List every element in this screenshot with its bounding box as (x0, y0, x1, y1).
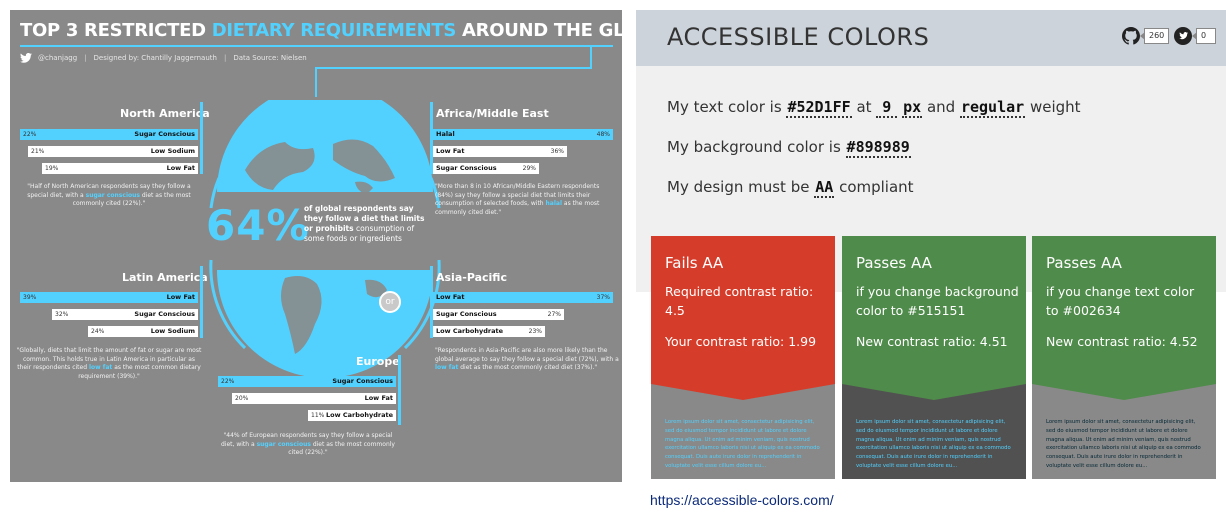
globe-graphic (209, 100, 441, 378)
bar-row: Halal 48% (433, 129, 613, 140)
infographic-panel: TOP 3 RESTRICTED DIETARY REQUIREMENTS AR… (10, 10, 622, 482)
font-unit-select[interactable]: px (902, 98, 923, 118)
card-arrow (842, 384, 1026, 400)
card-title: Passes AA (1046, 254, 1122, 272)
data-source: Data Source: Nielsen (233, 54, 307, 62)
region-title: Africa/Middle East (436, 107, 549, 120)
font-weight-select[interactable]: regular (959, 98, 1026, 118)
bar-row: Low Fat 36% (433, 146, 567, 157)
bar-row: 19% Low Fat (42, 163, 198, 174)
twitter-button[interactable]: 0 (1174, 27, 1216, 45)
or-divider: or (379, 291, 401, 313)
compliance-level-select[interactable]: AA (814, 178, 835, 198)
bar-row: Low Carbohydrate 23% (433, 326, 545, 337)
twitter-handle: @chanjagg (38, 54, 78, 62)
connector-line (315, 67, 592, 97)
font-size-input[interactable]: 9 (876, 98, 898, 118)
bar-row: 22% Sugar Conscious (20, 129, 198, 140)
headline-percent: 64% (206, 201, 310, 250)
bar-row: 20% Low Fat (232, 393, 396, 404)
result-card-fail: Fails AA Required contrast ratio: 4.5 Yo… (651, 236, 835, 479)
preview-text: Lorem ipsum dolor sit amet, consectetur … (856, 419, 1011, 469)
region-quote: "44% of European respondents say they fo… (221, 432, 395, 456)
compliance-line: My design must be AA compliant (667, 178, 914, 198)
card-required-ratio: Required contrast ratio: 4.5 (665, 284, 814, 318)
bar-row: 24% Low Sodium (88, 326, 198, 337)
title-underline (20, 45, 613, 47)
region-rule (398, 355, 401, 425)
preview-text: Lorem ipsum dolor sit amet, consectetur … (665, 419, 820, 469)
bar-row: 21% Low Sodium (28, 146, 198, 157)
github-button[interactable]: 260 (1122, 27, 1170, 45)
source-url[interactable]: https://accessible-colors.com/ (650, 492, 834, 508)
bar-row: Low Fat 37% (433, 292, 613, 303)
github-icon (1122, 27, 1140, 45)
bar-row: 32% Sugar Conscious (52, 309, 198, 320)
github-count: 260 (1139, 28, 1170, 44)
preview-text: Lorem ipsum dolor sit amet, consectetur … (1046, 419, 1201, 469)
result-card-background[interactable]: Passes AA if you change background color… (842, 236, 1026, 479)
twitter-icon (20, 53, 32, 63)
connector-line (590, 47, 592, 67)
infographic-title: TOP 3 RESTRICTED DIETARY REQUIREMENTS AR… (20, 20, 622, 41)
bar-row: 11% Low Carbohydrate (308, 410, 396, 421)
region-title: Asia-Pacific (436, 271, 507, 284)
designer-credit: Designed by: Chantilly Jaggernauth (93, 54, 217, 62)
region-rule (200, 102, 203, 174)
result-card-text[interactable]: Passes AA if you change text color to #0… (1032, 236, 1216, 479)
background-color-input[interactable]: #898989 (845, 138, 911, 158)
card-title: Passes AA (856, 254, 932, 272)
region-rule (200, 266, 203, 338)
region-title: Latin America (122, 271, 208, 284)
twitter-icon (1174, 27, 1192, 45)
background-color-line: My background color is #898989 (667, 138, 911, 158)
card-new-ratio: New contrast ratio: 4.52 (1046, 334, 1198, 349)
twitter-count: 0 (1192, 28, 1216, 44)
card-suggestion: if you change background color to #51515… (856, 284, 1019, 318)
region-title: North America (120, 107, 210, 120)
bar-row: 22% Sugar Conscious (218, 376, 396, 387)
region-title: Europe (356, 355, 400, 368)
card-title: Fails AA (665, 254, 724, 272)
site-header: ACCESSIBLE COLORS 260 0 (636, 10, 1226, 66)
card-new-ratio: New contrast ratio: 4.51 (856, 334, 1008, 349)
card-arrow (1032, 384, 1216, 400)
card-current-ratio: Your contrast ratio: 1.99 (665, 334, 817, 349)
text-color-input[interactable]: #52D1FF (786, 98, 852, 118)
bar-row: Sugar Conscious 27% (433, 309, 564, 320)
region-quote: "More than 8 in 10 African/Middle Easter… (435, 183, 600, 216)
region-quote: "Respondents in Asia-Pacific are also mo… (435, 347, 619, 371)
card-arrow (651, 384, 835, 400)
bar-row: Sugar Conscious 29% (433, 163, 539, 174)
region-quote: "Half of North American respondents say … (27, 183, 191, 207)
headline-caption: of global respondents say they follow a … (304, 204, 425, 243)
text-color-line: My text color is #52D1FF at 9 px and reg… (667, 98, 1081, 118)
byline: @chanjagg | Designed by: Chantilly Jagge… (20, 51, 307, 65)
bar-row: 39% Low Fat (20, 292, 198, 303)
card-suggestion: if you change text color to #002634 (1046, 284, 1195, 318)
site-title[interactable]: ACCESSIBLE COLORS (667, 23, 929, 51)
region-quote: "Globally, diets that limit the amount o… (16, 347, 202, 380)
accessible-colors-panel: ACCESSIBLE COLORS 260 0 My text color is… (636, 10, 1226, 482)
